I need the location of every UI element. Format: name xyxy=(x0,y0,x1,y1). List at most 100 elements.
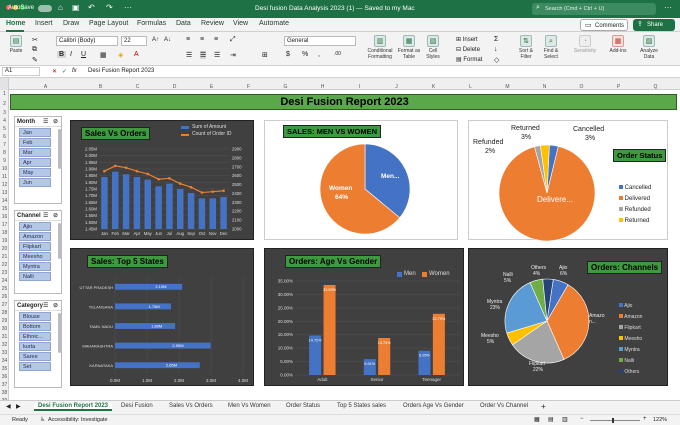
cancel-icon[interactable]: ✕ xyxy=(52,68,57,75)
row-header[interactable]: 38 xyxy=(0,390,9,396)
add-sheet-icon[interactable]: + xyxy=(541,402,546,411)
more-icon[interactable]: ··· xyxy=(124,3,132,12)
sheet-tab-sales-orders[interactable]: Sales Vs Orders xyxy=(169,403,213,409)
col-header-C[interactable]: C xyxy=(119,84,156,92)
align-bottom-icon[interactable]: ≡ xyxy=(214,36,218,43)
enter-icon[interactable]: ✓ xyxy=(62,68,67,75)
slicer-item-amazon[interactable]: Amazon xyxy=(19,232,51,241)
cell-styles-button[interactable]: ▧ Cell Styles xyxy=(424,35,442,60)
row-header[interactable]: 18 xyxy=(0,230,9,236)
search-box[interactable]: ⌕ Search (Cmd + Ctrl + U) xyxy=(532,3,656,15)
clear-icon[interactable]: ◇ xyxy=(494,56,499,64)
chart-order-status[interactable]: Order Status Returned 3% Cancelled 3% Re… xyxy=(468,120,668,241)
slicer-item-flipkart[interactable]: Flipkart xyxy=(19,242,51,251)
delete-button[interactable]: ⊟ Delete xyxy=(456,46,480,53)
report-title-banner[interactable]: Desi Fusion Report 2023 xyxy=(10,94,677,110)
col-header-P[interactable]: P xyxy=(600,84,637,92)
col-header-M[interactable]: M xyxy=(489,84,526,92)
row-header[interactable]: 22 xyxy=(0,262,9,268)
page-break-view-icon[interactable]: ▥ xyxy=(562,416,568,423)
slicer-item-blouse[interactable]: Blouse xyxy=(19,312,51,321)
slicer-item-set[interactable]: Set xyxy=(19,362,51,371)
chart-age-vs-gender[interactable]: Orders: Age Vs Gender Men Women 0.00% 5.0… xyxy=(264,248,464,386)
row-header[interactable]: 21 xyxy=(0,254,9,260)
slicer-item-jan[interactable]: Jan xyxy=(19,128,51,137)
row-header[interactable]: 26 xyxy=(0,294,9,300)
row-header[interactable]: 14 xyxy=(0,198,9,204)
autosave-toggle[interactable] xyxy=(38,5,52,12)
autosum-icon[interactable]: Σ xyxy=(494,36,498,43)
chart-channels[interactable]: Orders: Channels Others 4% Ajio 6% Nalli… xyxy=(468,248,668,386)
save-icon[interactable]: ▣ xyxy=(72,3,80,12)
comma-icon[interactable]: , xyxy=(318,51,320,58)
col-header-E[interactable]: E xyxy=(193,84,230,92)
tab-home[interactable]: Home xyxy=(6,20,25,27)
sheet-tab-report[interactable]: Desi Fusion Report 2023 xyxy=(34,403,113,411)
zoom-out-icon[interactable]: − xyxy=(580,416,584,422)
col-header-B[interactable]: B xyxy=(82,84,119,92)
slicer-scrollbar[interactable] xyxy=(58,313,61,353)
page-layout-view-icon[interactable]: ▤ xyxy=(548,416,554,423)
row-header[interactable]: 27 xyxy=(0,302,9,308)
zoom-slider-thumb[interactable] xyxy=(612,418,614,423)
row-header[interactable]: 31 xyxy=(0,334,9,340)
slicer-item-feb[interactable]: Feb xyxy=(19,138,51,147)
sheet-tab-top5[interactable]: Top 5 States sales xyxy=(337,403,386,409)
sort-filter-button[interactable]: ⇅ Sort & Filter xyxy=(514,35,538,60)
insert-function-icon[interactable]: fx xyxy=(72,68,77,74)
decimal-icon[interactable]: .00 xyxy=(334,51,341,57)
indent-icon[interactable]: ⇥ xyxy=(230,51,236,59)
addins-button[interactable]: ▦ Add-ins xyxy=(606,35,630,54)
row-header[interactable]: 7 xyxy=(0,142,9,148)
next-sheet-icon[interactable]: ▶ xyxy=(16,403,21,410)
font-size-select[interactable]: 22 xyxy=(121,36,147,46)
chart-top5-states[interactable]: Sales: Top 5 States 0.0M 1.0M 2.0M 3.0M 4.0M… xyxy=(70,248,254,386)
col-header-D[interactable]: D xyxy=(156,84,193,92)
row-header[interactable]: 23 xyxy=(0,270,9,276)
row-header[interactable]: 1 xyxy=(0,91,9,97)
tab-draw[interactable]: Draw xyxy=(63,20,79,27)
col-header-L[interactable]: L xyxy=(452,84,489,92)
slicer-item-saree[interactable]: Saree xyxy=(19,352,51,361)
sheet-tab-channel[interactable]: Order Vs Channel xyxy=(480,403,528,409)
tab-view[interactable]: View xyxy=(233,20,248,27)
row-header[interactable]: 19 xyxy=(0,238,9,244)
bold-icon[interactable]: B xyxy=(57,51,67,58)
row-header[interactable]: 4 xyxy=(0,118,9,124)
col-header-N[interactable]: N xyxy=(526,84,563,92)
tab-review[interactable]: Review xyxy=(201,20,224,27)
merge-center-icon[interactable]: ⊞ xyxy=(262,51,268,59)
multi-select-icon[interactable]: ☰ xyxy=(43,211,48,221)
analyze-data-button[interactable]: ▨ Analyze Data xyxy=(636,35,662,60)
row-header[interactable]: 34 xyxy=(0,358,9,364)
row-header[interactable]: 37 xyxy=(0,382,9,388)
col-header-I[interactable]: I xyxy=(341,84,378,92)
underline-icon[interactable]: U xyxy=(81,51,86,58)
undo-icon[interactable]: ↶ xyxy=(88,3,95,12)
slicer-item-apr[interactable]: Apr xyxy=(19,158,51,167)
cut-icon[interactable]: ✂ xyxy=(32,36,38,44)
row-header[interactable]: 24 xyxy=(0,278,9,284)
row-header[interactable]: 29 xyxy=(0,318,9,324)
paste-button[interactable]: ▤ Paste xyxy=(6,35,26,54)
slicer-item-kurta[interactable]: kurta xyxy=(19,342,51,351)
row-header[interactable]: 17 xyxy=(0,222,9,228)
decrease-font-icon[interactable]: A↓ xyxy=(164,37,171,43)
clear-filter-icon[interactable]: ⊘ xyxy=(53,301,58,311)
multi-select-icon[interactable]: ☰ xyxy=(43,117,48,127)
sensitivity-button[interactable]: ◔ Sensitivity xyxy=(570,35,600,54)
row-header[interactable]: 6 xyxy=(0,134,9,140)
slicer-item-mar[interactable]: Mar xyxy=(19,148,51,157)
tab-insert[interactable]: Insert xyxy=(35,20,53,27)
redo-icon[interactable]: ↷ xyxy=(106,3,113,12)
row-header[interactable]: 12 xyxy=(0,182,9,188)
zoom-in-icon[interactable]: + xyxy=(643,416,647,422)
currency-icon[interactable]: $ xyxy=(286,51,290,58)
align-left-icon[interactable]: ☰ xyxy=(186,51,192,59)
slicer-item-nalli[interactable]: Nalli xyxy=(19,272,51,281)
format-painter-icon[interactable]: ✎ xyxy=(32,56,38,64)
col-header-F[interactable]: F xyxy=(230,84,267,92)
clear-filter-icon[interactable]: ⊘ xyxy=(53,211,58,221)
zoom-level[interactable]: 122% xyxy=(653,417,667,423)
slicer-item-myntra[interactable]: Myntra xyxy=(19,262,51,271)
